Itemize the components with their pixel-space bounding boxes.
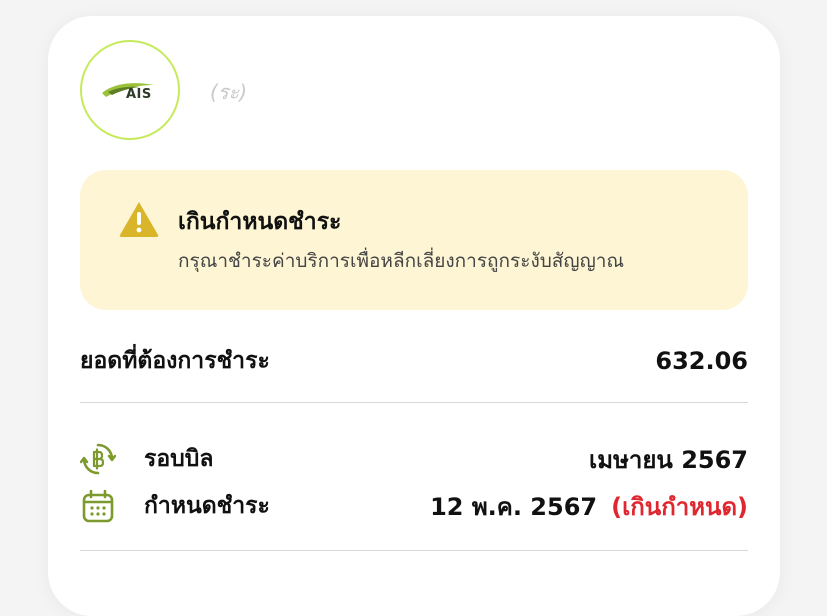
amount-row: ยอดที่ต้องการชำระ 632.06: [80, 341, 748, 381]
baht-cycle-icon: [80, 439, 120, 479]
billing-cycle-row: รอบบิล เมษายน 2567: [80, 439, 748, 479]
due-date-row: กำหนดชำระ 12 พ.ค. 2567 (เกินกำหนด): [80, 486, 748, 526]
amount-value: 632.06: [655, 347, 748, 375]
due-date-label: กำหนดชำระ: [144, 493, 270, 519]
account-label: (ระ): [210, 80, 248, 104]
billing-cycle-label: รอบบิล: [144, 446, 214, 472]
alert-title: เกินกำหนดชำระ: [178, 209, 342, 235]
billing-cycle-value: เมษายน 2567: [589, 445, 748, 474]
amount-label: ยอดที่ต้องการชำระ: [80, 348, 270, 374]
ais-logo-mark: AIS: [100, 75, 160, 105]
overdue-status: (เกินกำหนด): [611, 492, 748, 521]
ais-logo-text: AIS: [126, 87, 152, 102]
bill-card: AIS (ระ) เกินกำหนดชำระ กรุณาชำระค่าบริกา…: [48, 16, 780, 616]
due-date-value: 12 พ.ค. 2567: [430, 492, 598, 521]
divider: [80, 402, 748, 403]
divider: [80, 550, 748, 551]
overdue-alert: เกินกำหนดชำระ กรุณาชำระค่าบริการเพื่อหลี…: [80, 170, 748, 310]
alert-message: กรุณาชำระค่าบริการเพื่อหลีกเลี่ยงการถูกร…: [178, 250, 625, 272]
calendar-icon: [80, 486, 120, 526]
ais-logo: AIS: [80, 40, 180, 140]
warning-icon: [119, 202, 159, 237]
